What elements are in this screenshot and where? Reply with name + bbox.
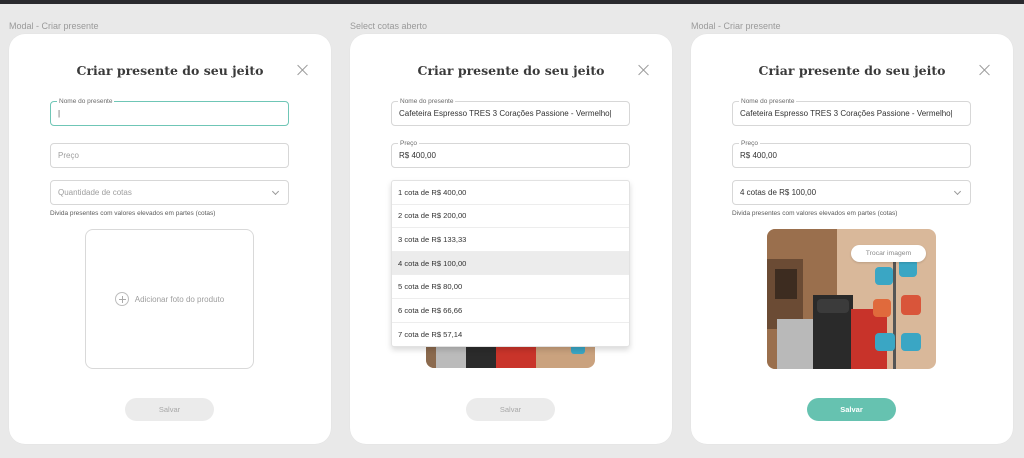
save-button[interactable]: Salvar [125, 398, 214, 421]
create-gift-modal: Criar presente do seu jeito Nome do pres… [350, 34, 672, 444]
add-product-photo-button[interactable]: Adicionar foto do produto [85, 229, 254, 369]
quota-option[interactable]: 3 cota de R$ 133,33 [392, 228, 629, 252]
quotas-select[interactable]: 4 cotas de R$ 100,00 [732, 180, 971, 205]
price-field[interactable]: Preço R$ 400,00 [732, 139, 971, 168]
frame-label: Select cotas aberto [350, 21, 428, 31]
quota-option-selected[interactable]: 4 cota de R$ 100,00 [392, 251, 629, 276]
price-field[interactable]: Preço R$ 400,00 [391, 139, 630, 168]
add-photo-label: Adicionar foto do produto [134, 294, 225, 304]
gift-name-value: Cafeteira Espresso TRES 3 Corações Passi… [399, 109, 612, 118]
chevron-down-icon [271, 187, 280, 196]
modal-title: Criar presente do seu jeito [758, 63, 946, 78]
create-gift-modal: Criar presente do seu jeito Nome do pres… [9, 34, 331, 444]
price-value: R$ 400,00 [740, 151, 777, 160]
modal-title: Criar presente do seu jeito [417, 63, 605, 78]
quota-option[interactable]: 5 cota de R$ 80,00 [392, 275, 629, 299]
gift-name-label: Nome do presente [398, 97, 456, 106]
gift-name-value: Cafeteira Espresso TRES 3 Corações Passi… [740, 109, 953, 118]
gift-name-label: Nome do presente [57, 97, 115, 106]
quota-option[interactable]: 7 cota de R$ 57,14 [392, 323, 629, 347]
gift-name-label: Nome do presente [739, 97, 797, 106]
plus-circle-icon [114, 292, 129, 306]
frame-label: Modal - Criar presente [691, 21, 781, 31]
save-button[interactable]: Salvar [466, 398, 555, 421]
close-icon[interactable] [638, 64, 650, 76]
quotas-placeholder: Quantidade de cotas [58, 188, 132, 197]
modal-title: Criar presente do seu jeito [76, 63, 264, 78]
quotas-value: 4 cotas de R$ 100,00 [740, 188, 817, 197]
quota-option[interactable]: 6 cota de R$ 66,66 [392, 299, 629, 323]
top-bar [0, 0, 1024, 4]
price-label: Preço [739, 139, 760, 148]
product-image: Trocar imagem [767, 229, 936, 369]
price-field[interactable]: Preço [50, 143, 289, 168]
quota-option[interactable]: 2 cota de R$ 200,00 [392, 205, 629, 229]
quotas-helper-text: Divida presentes com valores elevados em… [732, 210, 898, 217]
swap-image-button[interactable]: Trocar imagem [851, 245, 926, 262]
gift-name-value: | [58, 109, 61, 118]
close-icon[interactable] [979, 64, 991, 76]
price-placeholder: Preço [58, 151, 79, 160]
chevron-down-icon [953, 187, 962, 196]
create-gift-modal: Criar presente do seu jeito Nome do pres… [691, 34, 1013, 444]
gift-name-field[interactable]: Nome do presente | [50, 97, 289, 126]
quotas-select[interactable]: Quantidade de cotas [50, 180, 289, 205]
close-icon[interactable] [297, 64, 309, 76]
gift-name-field[interactable]: Nome do presente Cafeteira Espresso TRES… [732, 97, 971, 126]
quotas-helper-text: Divida presentes com valores elevados em… [50, 210, 216, 217]
quota-option[interactable]: 1 cota de R$ 400,00 [392, 181, 629, 205]
price-value: R$ 400,00 [399, 151, 436, 160]
gift-name-field[interactable]: Nome do presente Cafeteira Espresso TRES… [391, 97, 630, 126]
price-label: Preço [398, 139, 419, 148]
save-button[interactable]: Salvar [807, 398, 896, 421]
frame-label: Modal - Criar presente [9, 21, 99, 31]
quotas-dropdown[interactable]: 1 cota de R$ 400,00 2 cota de R$ 200,00 … [391, 180, 630, 348]
